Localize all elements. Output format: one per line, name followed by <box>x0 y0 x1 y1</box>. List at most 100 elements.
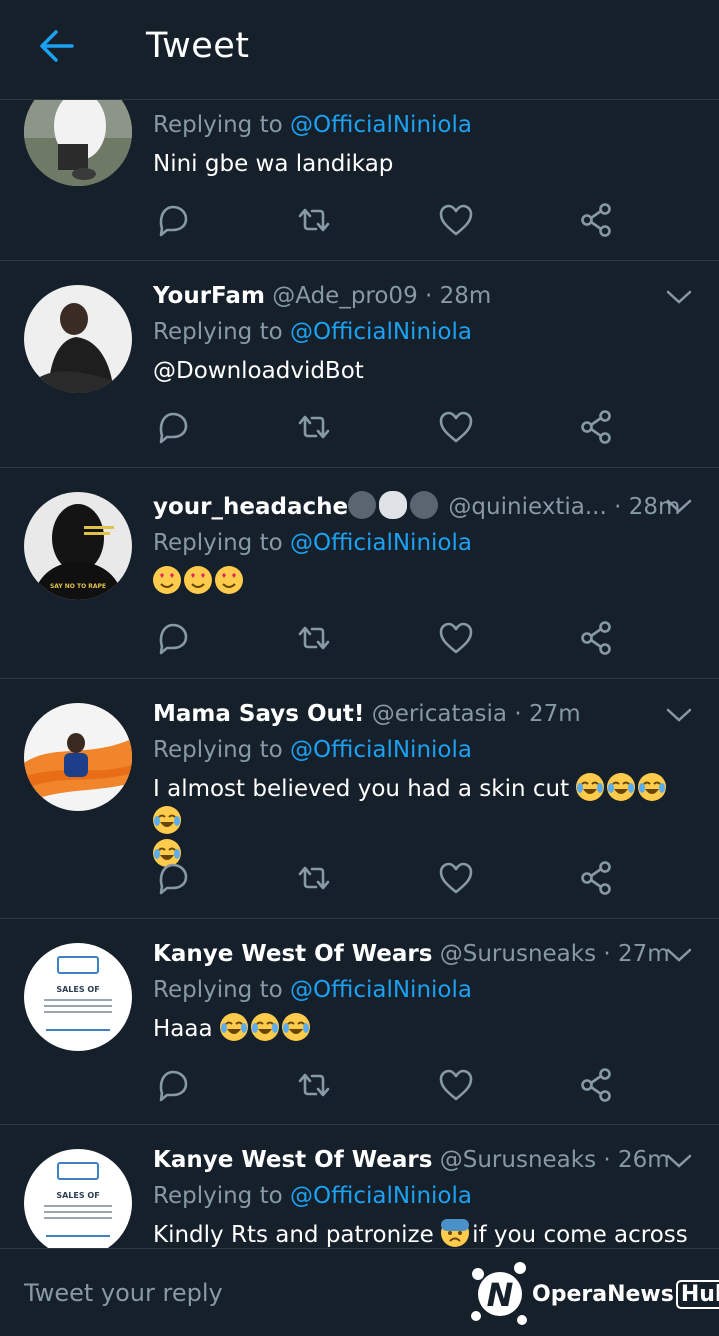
emoji-tears-of-joy-icon <box>250 1013 279 1041</box>
share-icon[interactable] <box>576 858 616 898</box>
reply-tweet[interactable]: Replying to @OfficialNiniola Nini gbe wa… <box>0 100 719 261</box>
reply-icon[interactable] <box>153 618 193 658</box>
retweet-icon[interactable] <box>294 1065 334 1105</box>
action-bar <box>153 1065 623 1105</box>
reply-icon[interactable] <box>153 1065 193 1105</box>
tweet-text: Haaa <box>153 1013 693 1046</box>
action-bar <box>153 200 623 240</box>
separator-dot: · <box>603 1147 611 1173</box>
tweet-text: Nini gbe wa landikap <box>153 151 394 177</box>
tweet-header: Kanye West Of Wears @Surusneaks · 27m <box>153 939 670 969</box>
replying-prefix: Replying to <box>153 737 290 763</box>
user-handle[interactable]: @Ade_pro09 <box>272 283 417 309</box>
timestamp: 26m <box>618 1147 670 1173</box>
emoji-skull-icon <box>379 491 408 519</box>
replying-to: Replying to @OfficialNiniola <box>153 528 472 558</box>
display-name[interactable]: Kanye West Of Wears <box>153 1147 432 1173</box>
replying-prefix: Replying to <box>153 112 290 138</box>
tweet-header: YourFam @Ade_pro09 · 28m <box>153 281 491 311</box>
retweet-icon[interactable] <box>294 618 334 658</box>
user-handle[interactable]: @Surusneaks <box>440 941 596 967</box>
user-handle[interactable]: @Surusneaks <box>440 1147 596 1173</box>
emoji-tears-of-joy-icon <box>638 773 667 801</box>
mention-link[interactable]: @OfficialNiniola <box>290 530 472 556</box>
like-icon[interactable] <box>436 407 476 447</box>
avatar-caption: SALES OF <box>56 1191 99 1200</box>
emoji-dark-face-icon <box>348 491 377 519</box>
separator-dot: · <box>614 494 622 520</box>
user-handle[interactable]: @ericatasia <box>372 701 507 727</box>
avatar[interactable]: SALES OF <box>24 1149 132 1248</box>
timestamp: 27m <box>618 941 670 967</box>
display-name[interactable]: your_headache <box>153 494 348 520</box>
tweet-text[interactable]: @DownloadvidBot <box>153 355 693 388</box>
emoji-tears-of-joy-icon <box>576 773 605 801</box>
share-icon[interactable] <box>576 1065 616 1105</box>
retweet-icon[interactable] <box>294 858 334 898</box>
tweet-header: Kanye West Of Wears @Surusneaks · 26m <box>153 1145 670 1175</box>
reply-tweet[interactable]: SALES OF Kanye West Of Wears @Surusneaks… <box>0 919 719 1125</box>
watermark: N OperaNewsHub <box>468 1258 719 1328</box>
separator-dot: · <box>514 701 522 727</box>
reply-tweet[interactable]: YourFam @Ade_pro09 · 28m Replying to @Of… <box>0 261 719 468</box>
timestamp: 27m <box>528 701 581 727</box>
display-name[interactable]: Mama Says Out! <box>153 701 364 727</box>
watermark-text: OperaNewsHub <box>532 1280 719 1309</box>
like-icon[interactable] <box>436 1065 476 1105</box>
chevron-down-icon[interactable] <box>665 945 693 965</box>
action-bar <box>153 407 623 447</box>
display-name[interactable]: Kanye West Of Wears <box>153 941 432 967</box>
tweet-text-continued: if you come across <box>472 1222 688 1248</box>
replies-feed[interactable]: Replying to @OfficialNiniola Nini gbe wa… <box>0 100 719 1248</box>
user-handle[interactable]: @quiniextia... <box>448 494 606 520</box>
share-icon[interactable] <box>576 407 616 447</box>
like-icon[interactable] <box>436 200 476 240</box>
reply-input[interactable] <box>24 1275 444 1311</box>
separator-dot: · <box>425 283 433 309</box>
chevron-down-icon[interactable] <box>665 496 693 516</box>
back-arrow-icon[interactable] <box>36 28 76 64</box>
replying-to: Replying to @OfficialNiniola <box>153 735 472 765</box>
share-icon[interactable] <box>576 200 616 240</box>
mention-link[interactable]: @OfficialNiniola <box>290 977 472 1003</box>
chevron-down-icon[interactable] <box>665 705 693 725</box>
emoji-dark-face-icon <box>410 491 439 519</box>
avatar[interactable]: SALES OF <box>24 943 132 1051</box>
share-icon[interactable] <box>576 618 616 658</box>
reply-icon[interactable] <box>153 407 193 447</box>
replying-prefix: Replying to <box>153 977 290 1003</box>
timestamp: 28m <box>439 283 492 309</box>
avatar-caption: SAY NO TO RAPE <box>50 583 106 590</box>
page-title: Tweet <box>146 26 250 66</box>
reply-tweet[interactable]: SAY NO TO RAPE your_headache @quiniextia… <box>0 468 719 679</box>
chevron-down-icon[interactable] <box>665 1151 693 1171</box>
mention-link[interactable]: @OfficialNiniola <box>290 319 472 345</box>
emoji-tears-of-joy-icon <box>219 1013 248 1041</box>
avatar[interactable]: SAY NO TO RAPE <box>24 492 132 600</box>
like-icon[interactable] <box>436 858 476 898</box>
avatar[interactable] <box>24 285 132 393</box>
chevron-down-icon[interactable] <box>665 287 693 307</box>
reply-tweet[interactable]: SALES OF Kanye West Of Wears @Surusneaks… <box>0 1125 719 1248</box>
display-name[interactable]: YourFam <box>153 283 265 309</box>
tweet-header: Mama Says Out! @ericatasia · 27m <box>153 699 581 729</box>
separator-dot: · <box>603 941 611 967</box>
reply-icon[interactable] <box>153 858 193 898</box>
avatar[interactable] <box>24 703 132 811</box>
mention-link[interactable]: @OfficialNiniola <box>290 112 472 138</box>
replying-to: Replying to @OfficialNiniola <box>153 110 472 140</box>
reply-icon[interactable] <box>153 200 193 240</box>
mention-link[interactable]: @OfficialNiniola <box>290 737 472 763</box>
mention-link[interactable]: @OfficialNiniola <box>290 1183 472 1209</box>
tweet-text <box>153 566 693 599</box>
svg-text:N: N <box>487 1276 514 1314</box>
retweet-icon[interactable] <box>294 200 334 240</box>
replying-prefix: Replying to <box>153 319 290 345</box>
retweet-icon[interactable] <box>294 407 334 447</box>
avatar[interactable] <box>24 100 132 186</box>
replying-to: Replying to @OfficialNiniola <box>153 1181 472 1211</box>
replying-prefix: Replying to <box>153 530 290 556</box>
like-icon[interactable] <box>436 618 476 658</box>
tweet-text-body: I almost believed you had a skin cut <box>153 776 570 802</box>
reply-tweet[interactable]: Mama Says Out! @ericatasia · 27m Replyin… <box>0 679 719 919</box>
